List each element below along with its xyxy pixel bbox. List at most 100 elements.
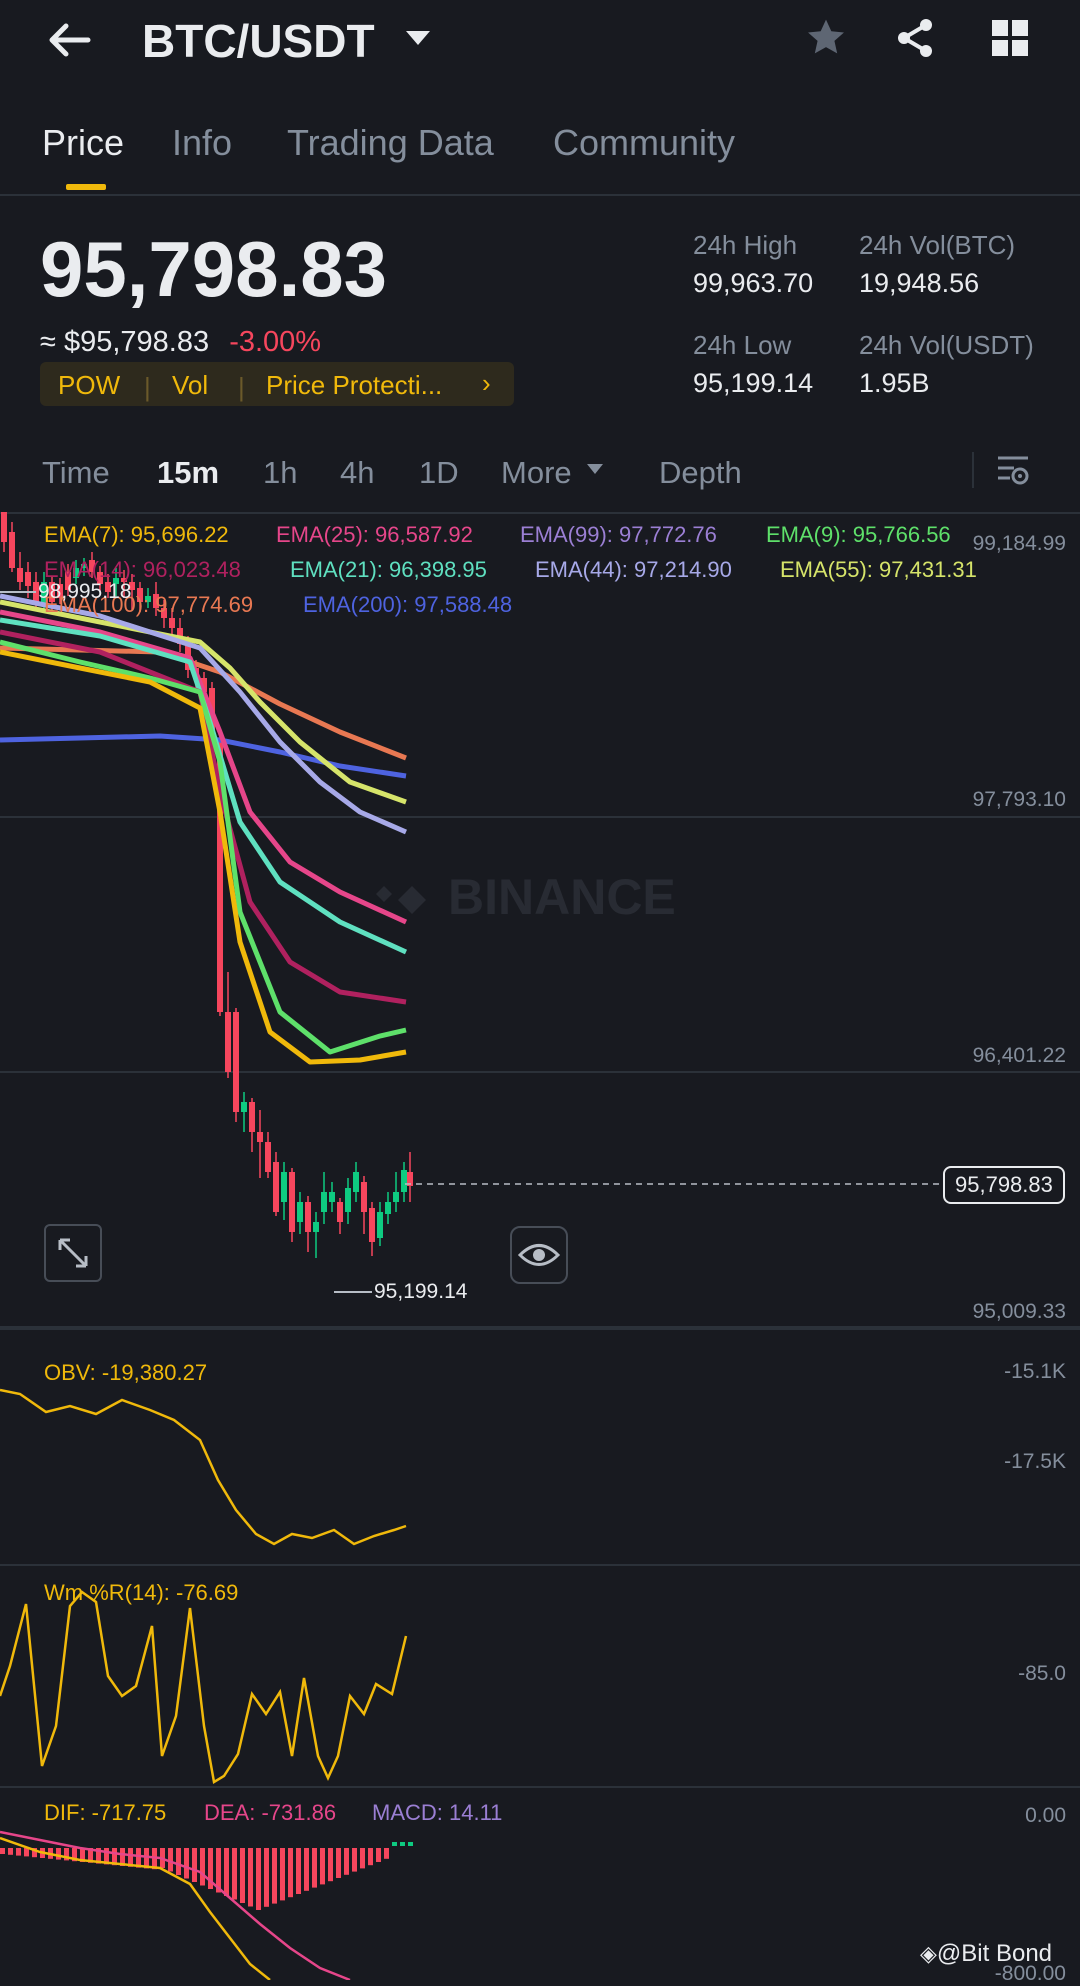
macd-bar	[232, 1848, 237, 1900]
candle	[265, 1142, 271, 1172]
macd-bar	[272, 1848, 277, 1904]
tag-price-protection[interactable]: Price Protecti...	[266, 370, 442, 401]
macd-bar	[320, 1848, 325, 1885]
tag-divider: |	[144, 372, 151, 402]
tab-trading-data[interactable]: Trading Data	[287, 122, 494, 164]
tf-15m[interactable]: 15m	[157, 455, 219, 491]
macd-bar	[376, 1848, 381, 1862]
chart-settings-icon[interactable]	[996, 452, 1030, 488]
candle	[225, 1012, 231, 1072]
candle	[369, 1208, 375, 1242]
expand-icon[interactable]	[44, 1224, 102, 1282]
obv-tick-1: -15.1K	[1004, 1360, 1066, 1383]
main-chart[interactable]: BINANCE	[0, 512, 1080, 1332]
tf-1h[interactable]: 1h	[263, 455, 297, 491]
current-price-tag[interactable]: 95,798.83	[943, 1166, 1065, 1204]
ema-line	[0, 649, 407, 1065]
watermark-text: BINANCE	[448, 869, 676, 925]
candle	[289, 1172, 295, 1232]
macd-bar	[248, 1848, 253, 1907]
candle	[297, 1202, 303, 1222]
ema-line	[0, 733, 407, 779]
vol-usdt-label: 24h Vol(USDT)	[859, 330, 1034, 360]
ema-label-25: EMA(25): 96,587.92	[276, 522, 473, 547]
tab-active-indicator	[66, 184, 106, 190]
ema-line	[0, 617, 408, 955]
tab-price[interactable]: Price	[42, 122, 124, 164]
macd-bar	[16, 1848, 21, 1856]
tf-time[interactable]: Time	[42, 455, 110, 491]
tab-community[interactable]: Community	[553, 122, 735, 164]
tf-1d[interactable]: 1D	[419, 455, 459, 491]
wmr-chart	[0, 1590, 408, 1785]
price-tick-1: 99,184.99	[972, 532, 1066, 555]
more-dropdown-icon[interactable]	[586, 462, 604, 481]
macd-bar	[344, 1848, 349, 1875]
wmr-line	[0, 1590, 408, 1785]
eye-icon[interactable]	[510, 1226, 568, 1284]
candle	[241, 1102, 247, 1112]
macd-bar	[392, 1842, 397, 1846]
macd-bar	[352, 1848, 357, 1872]
pair-dropdown-icon[interactable]	[404, 28, 432, 48]
obv-line	[0, 1388, 407, 1546]
vol-usdt-value: 1.95B	[859, 368, 930, 398]
macd-bar	[400, 1842, 405, 1846]
macd-bar	[8, 1848, 13, 1855]
ema-lines	[0, 593, 408, 1065]
tab-info[interactable]: Info	[172, 122, 232, 164]
candle	[401, 1170, 407, 1192]
macd-bar	[368, 1848, 373, 1866]
back-icon[interactable]	[44, 18, 94, 62]
tag-divider: |	[238, 372, 245, 402]
fiat-price: ≈ $95,798.83	[40, 326, 210, 358]
tag-bar[interactable]: POW | Vol | Price Protecti... ›	[40, 362, 514, 406]
price-tick-4: 95,009.33	[972, 1300, 1066, 1323]
share-icon[interactable]	[893, 16, 937, 60]
ema-label-99: EMA(99): 97,772.76	[520, 522, 717, 547]
macd-bar	[192, 1848, 197, 1882]
macd-bar	[360, 1848, 365, 1869]
macd-bar	[0, 1848, 5, 1854]
watermark: BINANCE	[376, 869, 676, 925]
tf-more[interactable]: More	[501, 455, 572, 491]
macd-bar	[296, 1848, 301, 1894]
grid-menu-icon[interactable]	[990, 18, 1030, 58]
macd-bar	[336, 1848, 341, 1878]
candle	[233, 1012, 239, 1112]
star-icon[interactable]	[804, 16, 848, 60]
candle	[353, 1172, 359, 1192]
pair-title[interactable]: BTC/USDT	[142, 14, 375, 68]
candle	[9, 532, 15, 568]
candle	[329, 1192, 335, 1202]
ema-label-55: EMA(55): 97,431.31	[780, 557, 977, 582]
macd-bar	[328, 1848, 333, 1882]
price-tick-2: 97,793.10	[972, 788, 1066, 811]
tf-depth[interactable]: Depth	[659, 455, 742, 491]
macd-bar	[408, 1842, 413, 1846]
ema-label-7: EMA(7): 95,696.22	[44, 522, 229, 547]
tf-divider	[972, 452, 974, 488]
macd-bar	[264, 1848, 269, 1907]
candle	[257, 1132, 263, 1142]
candle	[305, 1202, 311, 1232]
macd-bar	[176, 1848, 181, 1875]
tag-vol[interactable]: Vol	[172, 370, 208, 401]
tag-pow[interactable]: POW	[58, 370, 120, 401]
tf-4h[interactable]: 4h	[340, 455, 374, 491]
obv-chart	[0, 1388, 407, 1546]
high-label: 24h High	[693, 230, 798, 260]
candle	[393, 1192, 399, 1202]
macd-dif-line	[0, 1836, 271, 1980]
candle	[337, 1202, 343, 1222]
obv-tick-2: -17.5K	[1004, 1450, 1066, 1473]
high-value: 99,963.70	[693, 268, 814, 298]
candle	[321, 1192, 327, 1212]
binance-logo-icon: ◈	[920, 1941, 937, 1966]
wmr-tick: -85.0	[1018, 1662, 1066, 1685]
macd-bar	[384, 1848, 389, 1859]
macd-bar	[280, 1848, 285, 1901]
ema-label-21: EMA(21): 96,398.95	[290, 557, 487, 582]
chevron-right-icon[interactable]: ›	[482, 368, 491, 399]
price-change: -3.00%	[229, 326, 322, 358]
